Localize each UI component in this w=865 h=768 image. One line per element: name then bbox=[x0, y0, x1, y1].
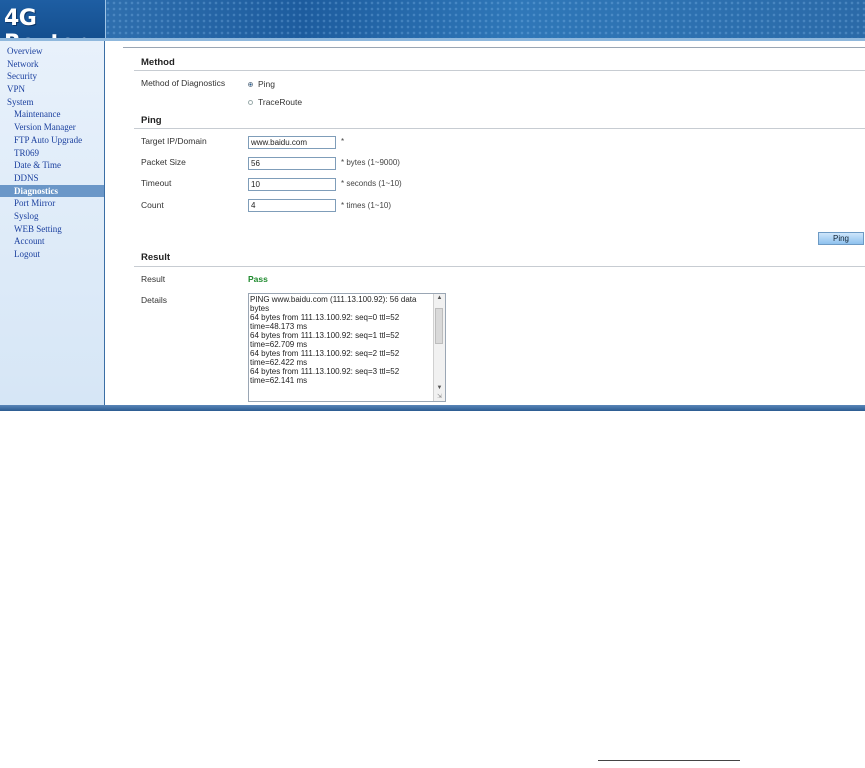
sidebar-item-vpn[interactable]: VPN bbox=[0, 83, 104, 96]
details-line: time=48.173 ms bbox=[250, 322, 308, 331]
details-line: bytes bbox=[250, 304, 270, 313]
timeout-hint: * seconds (1~10) bbox=[341, 179, 402, 188]
packet-size-input[interactable]: 56 bbox=[248, 157, 336, 170]
sidebar-item-date-time[interactable]: Date & Time bbox=[0, 159, 104, 172]
sidebar-item-maintenance[interactable]: Maintenance bbox=[0, 108, 104, 121]
target-input[interactable]: www.baidu.com bbox=[248, 136, 336, 149]
radio-traceroute-indicator[interactable] bbox=[248, 99, 253, 105]
target-label: Target IP/Domain bbox=[141, 136, 207, 146]
sidebar-item-syslog[interactable]: Syslog bbox=[0, 210, 104, 223]
details-scrollbar[interactable]: ▲ ▼ bbox=[433, 294, 445, 401]
sidebar-item-security[interactable]: Security bbox=[0, 70, 104, 83]
section-title-result: Result bbox=[141, 252, 171, 263]
result-label: Result bbox=[141, 274, 166, 284]
details-line: time=62.709 ms bbox=[250, 340, 308, 349]
router-logo: 4G Router bbox=[4, 6, 86, 38]
packet-size-label: Packet Size bbox=[141, 157, 186, 167]
sidebar-item-ddns[interactable]: DDNS bbox=[0, 172, 104, 185]
radio-traceroute[interactable]: TraceRoute bbox=[248, 97, 302, 107]
section-rule-method bbox=[134, 70, 865, 71]
main-content: Method Method of Diagnostics Ping TraceR… bbox=[105, 41, 865, 405]
page-rule-line bbox=[598, 760, 740, 761]
details-line: 64 bytes from 111.13.100.92: seq=0 ttl=5… bbox=[250, 313, 400, 322]
scroll-thumb[interactable] bbox=[435, 308, 443, 344]
sidebar-item-tr069[interactable]: TR069 bbox=[0, 147, 104, 160]
scroll-down-icon[interactable]: ▼ bbox=[434, 384, 445, 393]
count-hint: * times (1~10) bbox=[341, 201, 392, 210]
sidebar-item-system[interactable]: System bbox=[0, 96, 104, 109]
scroll-up-icon[interactable]: ▲ bbox=[434, 294, 445, 303]
radio-ping[interactable]: Ping bbox=[248, 79, 275, 89]
details-textarea[interactable]: PING www.baidu.com (111.13.100.92): 56 d… bbox=[248, 293, 446, 402]
sidebar-item-web-setting[interactable]: WEB Setting bbox=[0, 223, 104, 236]
top-divider bbox=[123, 47, 865, 48]
details-line: PING www.baidu.com (111.13.100.92): 56 d… bbox=[250, 295, 417, 304]
ping-button[interactable]: Ping bbox=[818, 232, 864, 245]
radio-ping-label: Ping bbox=[258, 79, 276, 89]
details-line: 64 bytes from 111.13.100.92: seq=2 ttl=5… bbox=[250, 349, 400, 358]
details-line: 64 bytes from 111.13.100.92: seq=1 ttl=5… bbox=[250, 331, 400, 340]
section-rule-ping bbox=[134, 128, 865, 129]
sidebar-item-version-manager[interactable]: Version Manager bbox=[0, 121, 104, 134]
logo-container: 4G Router bbox=[0, 0, 106, 38]
sidebar: Overview Network Security VPN System Maintena… bbox=[0, 41, 105, 405]
packet-size-hint: * bytes (1~9000) bbox=[341, 158, 400, 167]
sidebar-item-logout[interactable]: Logout bbox=[0, 248, 104, 261]
sidebar-item-account[interactable]: Account bbox=[0, 235, 104, 248]
method-label: Method of Diagnostics bbox=[141, 78, 226, 88]
section-rule-result bbox=[134, 266, 865, 267]
sidebar-item-ftp-auto-upgrade[interactable]: FTP Auto Upgrade bbox=[0, 134, 104, 147]
count-input[interactable]: 4 bbox=[248, 199, 336, 212]
footer-bar bbox=[0, 405, 865, 411]
sidebar-item-diagnostics[interactable]: Diagnostics bbox=[0, 184, 104, 198]
sidebar-item-port-mirror[interactable]: Port Mirror bbox=[0, 197, 104, 210]
details-content: PING www.baidu.com (111.13.100.92): 56 d… bbox=[249, 295, 430, 385]
target-hint: * bbox=[341, 137, 345, 146]
header-banner: 4G Router bbox=[0, 0, 865, 38]
radio-traceroute-label: TraceRoute bbox=[258, 97, 303, 107]
radio-ping-indicator[interactable] bbox=[248, 81, 253, 87]
sidebar-nav-list: Overview Network Security VPN System Maintena… bbox=[0, 45, 104, 261]
timeout-input[interactable]: 10 bbox=[248, 178, 336, 191]
section-title-method: Method bbox=[141, 57, 175, 68]
count-label: Count bbox=[141, 200, 164, 210]
timeout-label: Timeout bbox=[141, 178, 172, 188]
sidebar-item-network[interactable]: Network bbox=[0, 58, 104, 71]
sidebar-item-overview[interactable]: Overview bbox=[0, 45, 104, 58]
router-admin-app: 4G Router OverviewNetworkSecurityVPNSyst… bbox=[0, 0, 865, 411]
details-line: 64 bytes from 111.13.100.92: seq=3 ttl=5… bbox=[250, 367, 400, 376]
details-line: time=62.141 ms bbox=[250, 376, 308, 385]
details-line: time=62.422 ms bbox=[250, 358, 308, 367]
result-value: Pass bbox=[248, 274, 268, 284]
resize-grip-icon[interactable]: ⇲ bbox=[437, 393, 445, 401]
details-label: Details bbox=[141, 295, 167, 305]
section-title-ping: Ping bbox=[141, 115, 162, 126]
